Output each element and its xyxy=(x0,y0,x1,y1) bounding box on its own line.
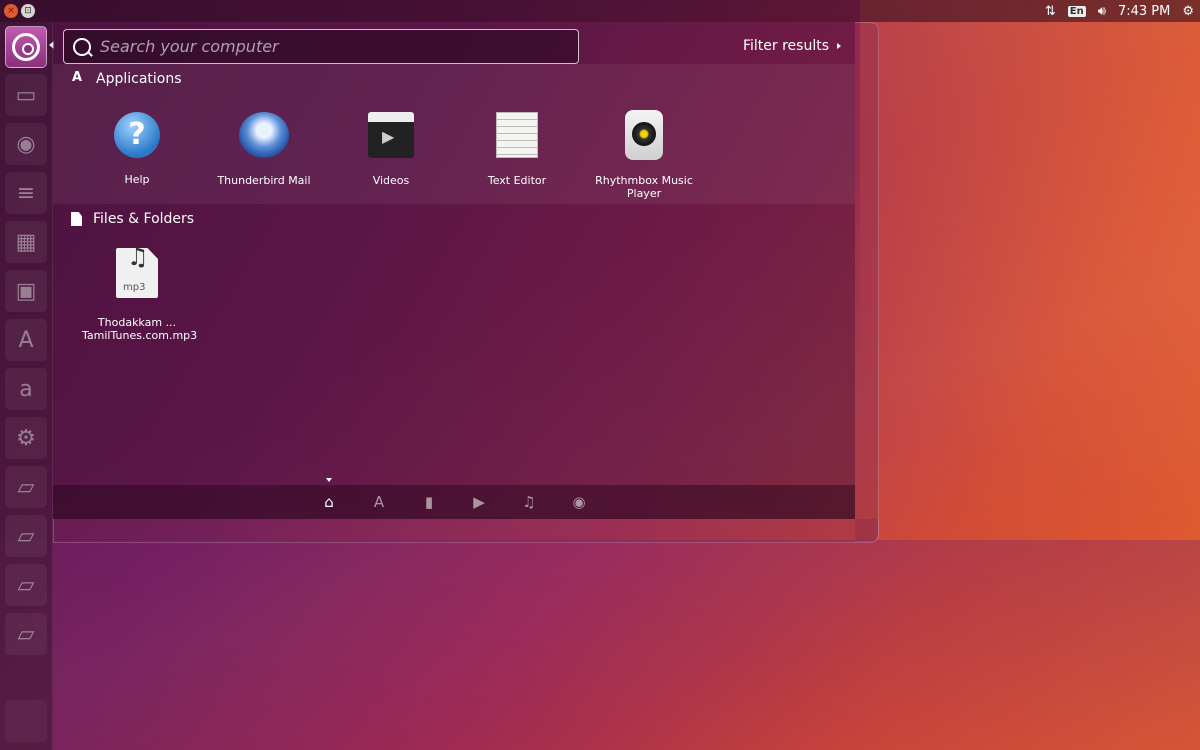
music-lens-button[interactable]: ♫ xyxy=(504,493,554,511)
software-center-launcher-icon[interactable]: A xyxy=(5,319,47,361)
applications-title: Applications xyxy=(96,71,182,87)
app-label: Videos xyxy=(372,174,410,187)
dash-frame-bottom xyxy=(53,519,879,543)
files-launcher-icon[interactable]: ▭ xyxy=(5,74,47,116)
amazon-launcher-icon[interactable]: a xyxy=(5,368,47,410)
app-label: Help xyxy=(124,173,150,186)
dash-frame-right xyxy=(855,22,879,542)
wallpaper-lower-band xyxy=(0,540,1200,750)
calc-launcher-icon[interactable]: ▦ xyxy=(5,221,47,263)
writer-launcher-icon[interactable]: ≡ xyxy=(5,172,47,214)
rhythmbox-icon xyxy=(625,110,663,160)
maximize-button[interactable]: ⊡ xyxy=(21,4,35,18)
filter-results-label: Filter results xyxy=(742,38,829,54)
file-tile-mp3[interactable]: ♫ mp3 Thodakkam ... TamilTunes.com.mp3 xyxy=(82,248,198,342)
drive-launcher-icon[interactable]: ▱ xyxy=(5,515,47,557)
files-folders-title: Files & Folders xyxy=(93,211,195,227)
text-editor-icon xyxy=(496,112,538,158)
app-tile-help[interactable]: ? Help xyxy=(82,108,192,186)
music-icon: ♫ xyxy=(522,493,536,511)
volume-icon[interactable]: 🔊︎ xyxy=(1098,4,1106,19)
applications-category-icon xyxy=(71,70,85,86)
file-label: Thodakkam ... TamilTunes.com.mp3 xyxy=(82,316,198,342)
top-panel: × ⊡ ⇅ En 🔊︎ 7:43 PM ⚙ xyxy=(0,0,1200,22)
camera-icon: ◉ xyxy=(572,493,586,511)
video-icon: ▶ xyxy=(473,493,485,511)
app-tile-rhythmbox[interactable]: Rhythmbox Music Player xyxy=(589,108,699,200)
app-label: Rhythmbox Music Player xyxy=(595,174,693,200)
search-input[interactable] xyxy=(100,37,560,56)
app-label: Thunderbird Mail xyxy=(217,174,311,187)
chevron-right-icon xyxy=(837,43,841,49)
network-transfer-icon[interactable]: ⇅ xyxy=(1045,4,1056,19)
indicator-area: ⇅ En 🔊︎ 7:43 PM ⚙ xyxy=(1045,0,1194,22)
videos-lens-button[interactable]: ▶ xyxy=(454,493,504,511)
files-lens-button[interactable]: ▮ xyxy=(404,493,454,511)
dash-home-button[interactable] xyxy=(5,26,47,68)
file-icon: ▮ xyxy=(424,493,434,511)
thunderbird-icon xyxy=(239,112,289,158)
applications-icon: A xyxy=(373,493,385,511)
firefox-launcher-icon[interactable]: ◉ xyxy=(5,123,47,165)
close-button[interactable]: × xyxy=(4,4,18,18)
files-folders-header[interactable]: Files & Folders xyxy=(71,211,194,227)
file-category-icon xyxy=(71,212,82,226)
active-lens-indicator xyxy=(326,478,332,482)
photos-lens-button[interactable]: ◉ xyxy=(554,493,604,511)
search-box[interactable] xyxy=(63,29,579,64)
mp3-file-icon: ♫ mp3 xyxy=(116,248,158,298)
applications-header[interactable]: Applications xyxy=(71,70,182,87)
drive-launcher-icon[interactable]: ▱ xyxy=(5,613,47,655)
launcher: ▭ ◉ ≡ ▦ ▣ A a ⚙ ▱ ▱ ▱ ▱ xyxy=(0,22,54,750)
music-note-icon: ♫ xyxy=(127,243,149,271)
ubuntu-logo-icon xyxy=(12,33,40,61)
app-tile-thunderbird[interactable]: Thunderbird Mail xyxy=(209,108,319,187)
help-icon: ? xyxy=(114,112,160,158)
settings-launcher-icon[interactable]: ⚙ xyxy=(5,417,47,459)
keyboard-layout-indicator[interactable]: En xyxy=(1067,5,1086,17)
home-icon: ⌂ xyxy=(324,493,334,511)
filter-results-button[interactable]: Filter results xyxy=(743,38,841,54)
scope-bar: ⌂ A ▮ ▶ ♫ ◉ xyxy=(53,478,855,519)
search-icon xyxy=(73,37,91,56)
power-gear-icon[interactable]: ⚙ xyxy=(1182,4,1194,19)
clock[interactable]: 7:43 PM xyxy=(1118,4,1170,19)
window-controls: × ⊡ xyxy=(4,4,35,18)
applications-lens-button[interactable]: A xyxy=(354,493,404,511)
dash-panel: Filter results Applications ? Help Thund… xyxy=(53,22,855,519)
file-extension-badge: mp3 xyxy=(123,282,146,293)
app-tile-text-editor[interactable]: Text Editor xyxy=(462,108,572,187)
impress-launcher-icon[interactable]: ▣ xyxy=(5,270,47,312)
drive-launcher-icon[interactable]: ▱ xyxy=(5,466,47,508)
app-label: Text Editor xyxy=(487,174,547,187)
trash-icon[interactable] xyxy=(5,700,47,742)
drive-launcher-icon[interactable]: ▱ xyxy=(5,564,47,606)
app-tile-videos[interactable]: Videos xyxy=(336,108,446,187)
videos-icon xyxy=(368,112,414,158)
home-lens-button[interactable]: ⌂ xyxy=(304,478,354,511)
